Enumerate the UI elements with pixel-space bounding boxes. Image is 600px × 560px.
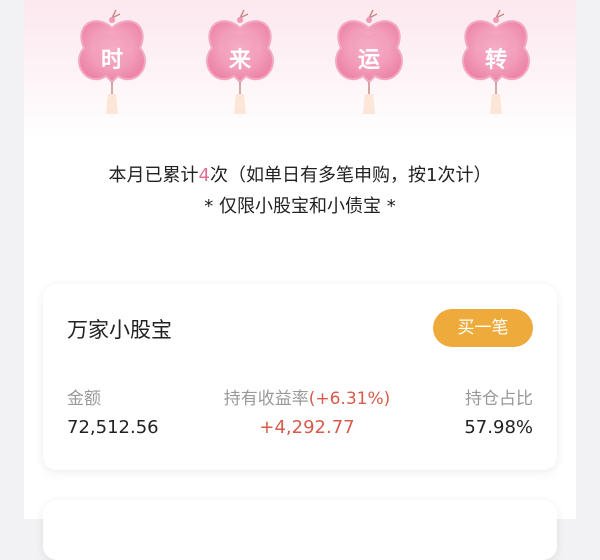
rules-line-1: 本月已累计4次（如单日有多笔申购，按1次计）	[24, 160, 576, 191]
blossom-badge: 时	[72, 8, 152, 118]
blossom-char: 运	[357, 48, 380, 73]
rules-text: 本月已累计4次（如单日有多笔申购，按1次计） * 仅限小股宝和小债宝 *	[24, 160, 576, 222]
yield-label: 持有收益率	[223, 389, 309, 409]
amount-value: 72,512.56	[67, 417, 159, 438]
yield-percent: (+6.31%)	[308, 389, 391, 409]
amount-metric: 金额 72,512.56	[67, 384, 159, 438]
buy-button[interactable]: 买一笔	[433, 309, 533, 347]
rules-line-2: * 仅限小股宝和小债宝 *	[204, 196, 396, 217]
ratio-value: 57.98%	[464, 417, 533, 438]
blossom-badge: 来	[200, 8, 280, 118]
yield-metric: 持有收益率(+6.31%) +4,292.77	[222, 384, 392, 438]
yield-label-row: 持有收益率(+6.31%)	[222, 384, 392, 409]
blossom-char: 来	[228, 48, 251, 73]
ratio-metric: 持仓占比 57.98%	[464, 384, 533, 438]
blossom-row: 时 来 运 转	[24, 0, 576, 130]
blossom-char: 时	[100, 48, 123, 73]
page-container: 时 来 运 转 本月已累计4次（如单日有多笔申购，按1次计） * 仅限小股宝和小…	[24, 0, 576, 560]
blossom-badge: 运	[329, 8, 409, 118]
fund-name: 万家小股宝	[67, 318, 172, 342]
rules-suffix: 次（如单日有多笔申购，按1次计）	[210, 165, 492, 186]
rules-prefix: 本月已累计	[108, 165, 199, 186]
blossom-char: 转	[484, 48, 507, 73]
ratio-label: 持仓占比	[465, 389, 533, 409]
purchase-count: 4	[198, 165, 210, 186]
blossom-badge: 转	[456, 8, 536, 118]
yield-value: +4,292.77	[259, 417, 355, 438]
fund-card[interactable]: 万家小股宝 买一笔 金额 72,512.56 持有收益率(+6.31%) +4,…	[43, 284, 557, 470]
amount-label: 金额	[67, 389, 101, 409]
next-fund-card[interactable]	[43, 500, 557, 560]
